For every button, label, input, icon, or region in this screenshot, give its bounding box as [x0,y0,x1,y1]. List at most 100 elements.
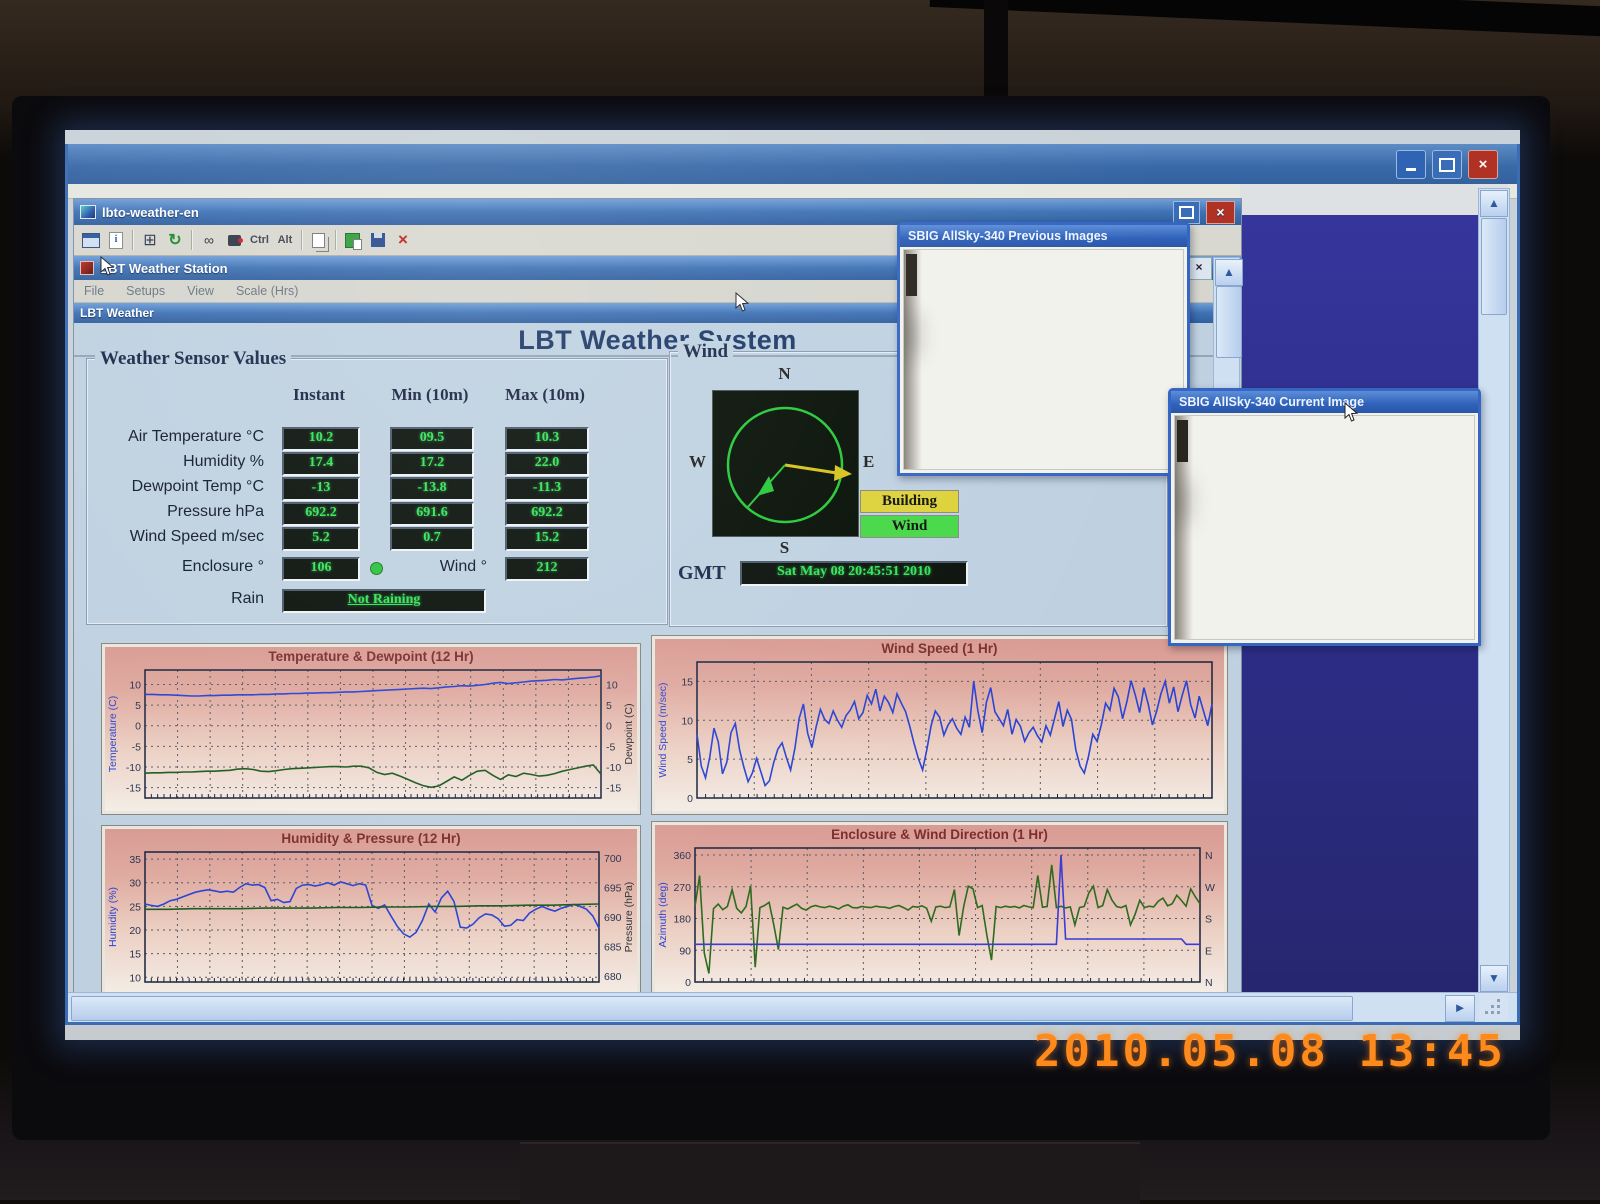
menu-item-view[interactable]: View [187,284,214,298]
chart-wind-speed: Wind Speed (1 Hr)151050Wind Speed (m/sec… [651,635,1228,815]
menu-item-setups[interactable]: Setups [126,284,165,298]
rain-value: Not Raining [282,589,486,613]
refresh-icon[interactable]: ↻ [166,230,184,250]
menu-item-file[interactable]: File [84,284,104,298]
svg-text:0: 0 [685,977,691,989]
sensor-max-value: 10.3 [505,427,589,451]
series-enclosure [695,855,1200,944]
series-wind-direction [695,865,1200,974]
scroll-thumb[interactable] [1216,286,1242,358]
outer-scroll-thumb[interactable] [1481,218,1507,315]
wind-compass [712,390,859,537]
menu-item-scale-hrs-[interactable]: Scale (Hrs) [236,284,299,298]
sensor-row: Pressure hPa692.2691.6692.2 [87,502,667,524]
outer-horizontal-scrollbar[interactable]: ► [65,992,1520,1023]
sensor-row-label: Pressure hPa [87,503,264,521]
sensor-max-value: -11.3 [505,477,589,501]
ctrl-toolbar-button[interactable]: Ctrl [250,230,269,250]
chart-title: Enclosure & Wind Direction (1 Hr) [652,822,1227,842]
svg-text:N: N [1205,850,1213,862]
restore-button[interactable] [1173,201,1200,224]
svg-text:Wind Speed (m/sec): Wind Speed (m/sec) [657,682,669,777]
outer-window-titlebar[interactable]: × [65,144,1520,184]
outer-scroll-down-button[interactable]: ▼ [1480,965,1508,992]
sensor-group-title: Weather Sensor Values [95,348,291,370]
svg-text:Azimuth (deg): Azimuth (deg) [657,882,669,947]
resize-grip[interactable] [1479,993,1508,1021]
svg-text:360: 360 [673,850,691,862]
alt-toolbar-button[interactable]: Alt [276,230,294,250]
right-top-strip [1240,184,1508,215]
svg-text:5: 5 [135,700,141,712]
compass-east-label: E [863,452,893,472]
svg-text:-10: -10 [606,762,621,774]
hscroll-thumb[interactable] [71,996,1353,1021]
current-image-title: SBIG AllSky-340 Current Image [1179,395,1364,409]
allsky-current-image [1174,415,1475,640]
svg-text:25: 25 [129,901,141,913]
close-button[interactable]: × [1468,150,1498,179]
app-close-button[interactable]: × [1206,201,1235,224]
series-wind-speed [697,681,1212,786]
outer-vertical-scrollbar[interactable]: ▲ ▼ [1478,188,1510,994]
svg-text:S: S [1205,914,1212,926]
gmt-label: GMT [678,562,726,585]
copy-icon[interactable] [310,230,328,250]
svg-text:Pressure (hPa): Pressure (hPa) [623,882,635,953]
sensor-instant-value: 10.2 [282,427,360,451]
chart-temperature-dewpoint: Temperature & Dewpoint (12 Hr)1050-5-10-… [101,643,641,815]
glasses-icon[interactable]: ∞ [200,230,218,250]
enclosure-label: Enclosure ° [87,558,264,576]
svg-text:680: 680 [604,971,622,983]
column-header-min: Min (10m) [374,385,486,405]
magnifier-icon[interactable] [225,230,243,250]
svg-text:-15: -15 [606,783,621,795]
outer-scroll-up-button[interactable]: ▲ [1480,190,1508,217]
sensor-row-label: Humidity % [87,453,264,471]
sensor-min-value: 17.2 [390,452,474,476]
sensor-max-value: 692.2 [505,502,589,526]
minimize-button[interactable] [1396,150,1426,179]
sensor-row: Humidity %17.417.222.0 [87,452,667,474]
app-icon [80,205,96,219]
svg-text:15: 15 [129,949,141,961]
series-temperature [145,676,601,696]
svg-text:Dewpoint (C): Dewpoint (C) [623,703,635,764]
enclosure-row: Enclosure ° 106 Wind ° 212 [87,557,667,579]
sensor-max-value: 15.2 [505,527,589,551]
delete-icon[interactable]: × [394,230,412,250]
compass-west-label: W [676,452,706,472]
fit-window-icon[interactable]: ⊞ [141,230,159,250]
save-icon[interactable] [369,230,387,250]
svg-text:-15: -15 [126,783,141,795]
svg-text:5: 5 [687,754,693,766]
sensor-instant-value: 17.4 [282,452,360,476]
column-header-max: Max (10m) [489,385,601,405]
current-image-titlebar[interactable]: SBIG AllSky-340 Current Image [1171,391,1478,413]
svg-text:690: 690 [604,912,622,924]
svg-text:E: E [1205,945,1212,957]
svg-text:695: 695 [604,882,622,894]
chart-enclosure-wind-direction: Enclosure & Wind Direction (1 Hr)3602701… [651,821,1228,999]
chart-humidity-pressure: Humidity & Pressure (12 Hr)3530252015107… [101,825,641,999]
scroll-up-button[interactable]: ▲ [1215,259,1243,286]
svg-text:-5: -5 [132,741,141,753]
building-arrow [785,465,837,473]
window-icon[interactable] [82,230,100,250]
svg-text:15: 15 [681,676,693,688]
svg-text:Humidity (%): Humidity (%) [107,887,119,947]
sensor-instant-value: 692.2 [282,502,360,526]
maximize-button[interactable] [1432,150,1462,179]
doc-info-icon[interactable]: i [107,230,125,250]
wind-deg-value: 212 [505,557,589,581]
app-title: lbto-weather-en [102,205,199,220]
svg-text:-10: -10 [126,762,141,774]
sensor-row-label: Air Temperature °C [87,428,264,446]
previous-images-titlebar[interactable]: SBIG AllSky-340 Previous Images [900,225,1187,247]
gmt-value: Sat May 08 20:45:51 2010 [740,561,968,586]
hscroll-right-button[interactable]: ► [1445,995,1475,1022]
export-icon[interactable] [344,230,362,250]
camera-timestamp: 2010.05.08 13:45 [1034,1026,1506,1077]
svg-text:Temperature (C): Temperature (C) [107,696,119,772]
station-title: LBT Weather Station [100,261,228,276]
